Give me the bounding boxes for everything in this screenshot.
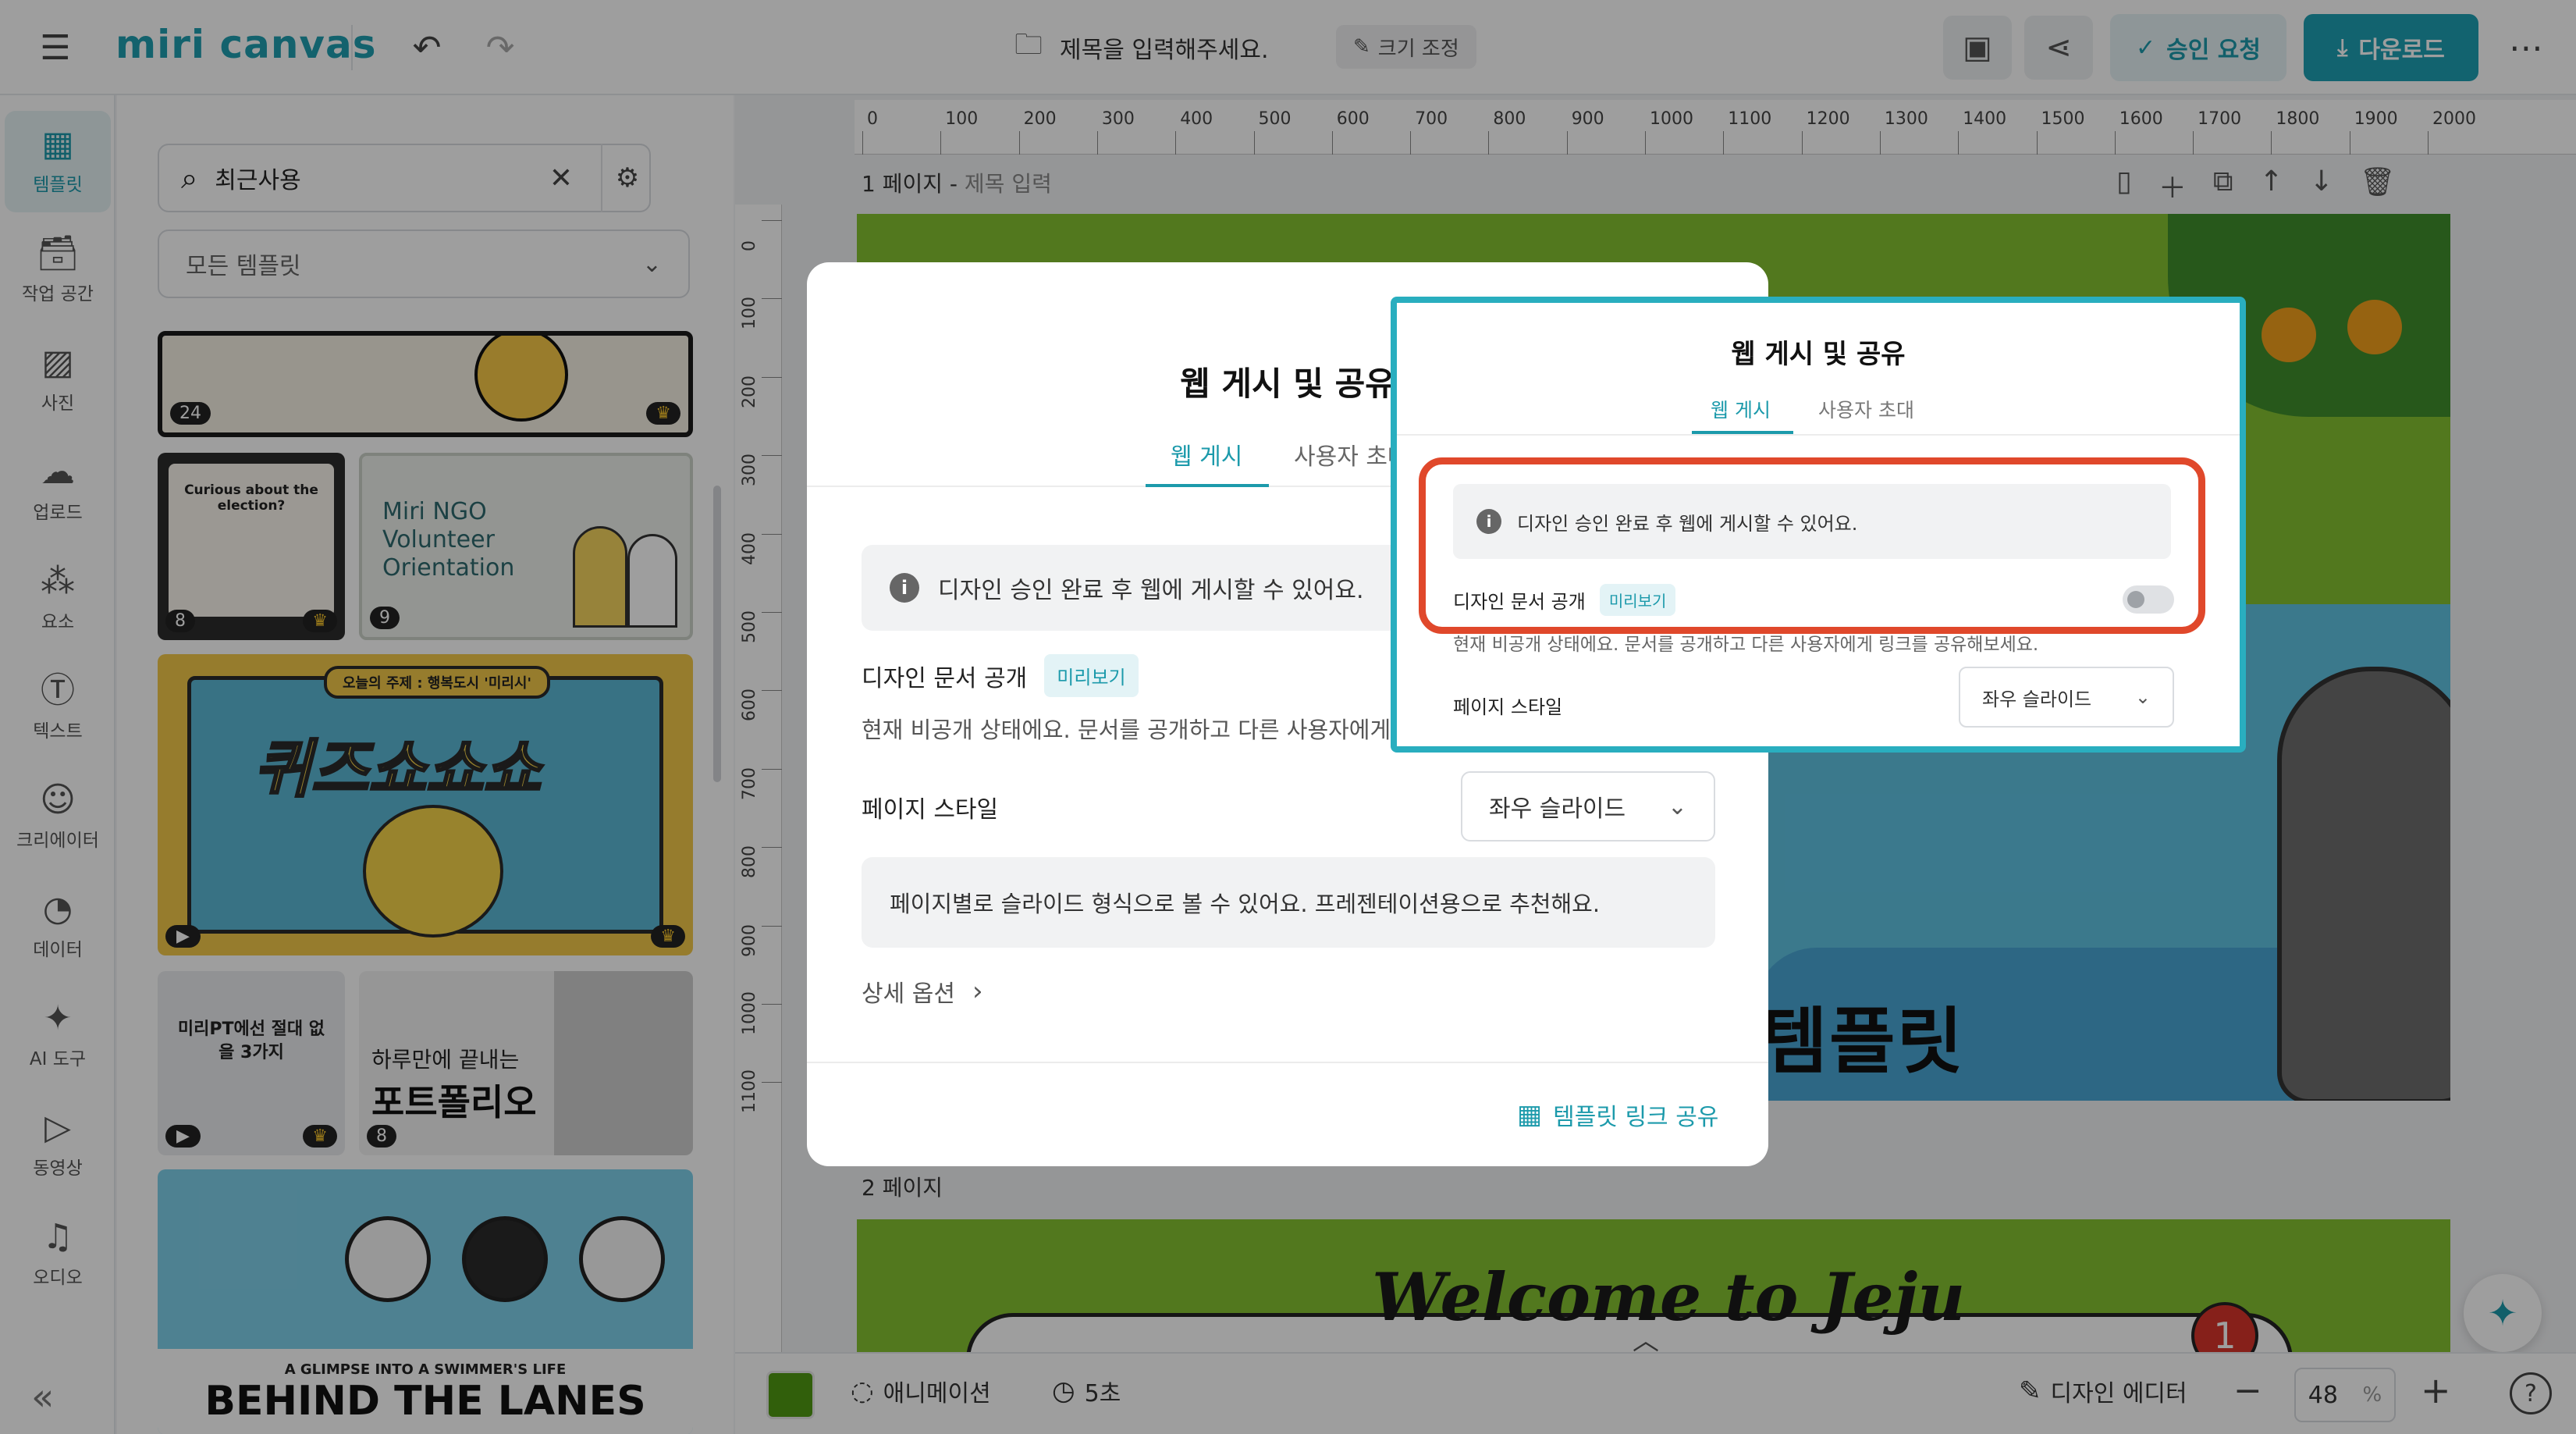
page-style-label: 페이지 스타일 — [862, 796, 999, 824]
active-tab-indicator — [1146, 484, 1269, 487]
detail-options-link[interactable]: 상세 옵션 › — [862, 974, 983, 1009]
page-style-description: 페이지별로 슬라이드 형식으로 볼 수 있어요. 프레젠테이션용으로 추천해요. — [862, 857, 1715, 948]
chevron-down-icon: ⌄ — [1667, 792, 1687, 820]
highlight-box — [1419, 457, 2205, 634]
info-icon: i — [890, 573, 919, 603]
page-style-select[interactable]: 좌우 슬라이드 ⌄ — [1461, 771, 1715, 842]
chevron-right-icon: › — [972, 976, 983, 1007]
detail-options-label: 상세 옵션 — [862, 980, 955, 1008]
page-style-value: 좌우 슬라이드 — [1489, 795, 1626, 823]
tab-web-publish[interactable]: 웹 게시 — [1711, 395, 1771, 423]
page-style-value: 좌우 슬라이드 — [1982, 688, 2092, 710]
callout-title: 웹 게시 및 공유 — [1731, 339, 1906, 370]
notice-text: 디자인 승인 완료 후 웹에 게시할 수 있어요. — [938, 577, 1364, 604]
active-tab-indicator — [1692, 431, 1793, 434]
preview-button[interactable]: 미리보기 — [1044, 654, 1139, 697]
page-style-label: 페이지 스타일 — [1453, 696, 1563, 718]
template-icon: ▦ — [1517, 1099, 1543, 1130]
callout-tabs: 웹 게시 사용자 초대 — [1397, 381, 2240, 436]
page-style-select[interactable]: 좌우 슬라이드 ⌄ — [1959, 667, 2174, 728]
page-style-description-text: 페이지별로 슬라이드 형식으로 볼 수 있어요. 프레젠테이션용으로 추천해요. — [890, 891, 1601, 917]
public-label: 디자인 문서 공개 — [862, 664, 1028, 692]
template-link-share-button[interactable]: ▦ 템플릿 링크 공유 — [1517, 1098, 1718, 1132]
divider — [807, 1062, 1768, 1063]
public-setting-row: 디자인 문서 공개 미리보기 — [862, 654, 1139, 697]
tab-web-publish[interactable]: 웹 게시 — [1171, 437, 1242, 471]
share-link-label: 템플릿 링크 공유 — [1553, 1104, 1719, 1131]
tab-invite-users[interactable]: 사용자 초대 — [1818, 395, 1914, 423]
public-description: 현재 비공개 상태에요. 문서를 공개하고 다른 사용자에게 — [862, 717, 1391, 743]
chevron-down-icon: ⌄ — [2134, 686, 2151, 708]
